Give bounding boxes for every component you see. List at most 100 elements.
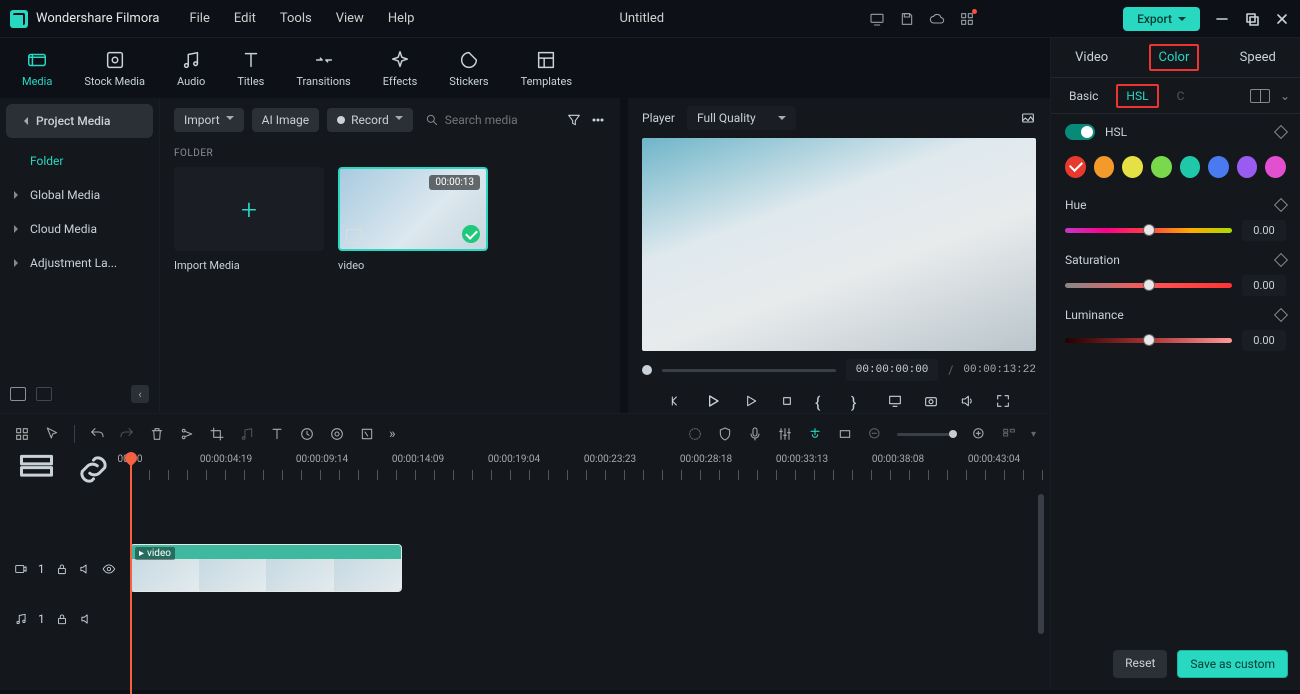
view-dropdown-icon[interactable]: ▾	[1031, 429, 1036, 440]
mic-icon[interactable]	[747, 426, 763, 442]
saturation-slider[interactable]	[1065, 283, 1232, 288]
import-media-tile[interactable]: + Import Media	[174, 167, 324, 272]
volume-icon[interactable]	[959, 393, 975, 409]
ribbon-templates[interactable]: Templates	[511, 45, 582, 92]
undo-icon[interactable]	[89, 426, 105, 442]
ribbon-media[interactable]: Media	[12, 45, 62, 92]
ribbon-transitions[interactable]: Transitions	[286, 45, 360, 92]
bin-icon[interactable]	[36, 387, 52, 401]
marker-dots-icon[interactable]	[687, 426, 703, 442]
luminance-slider[interactable]	[1065, 338, 1232, 343]
compare-icon[interactable]	[1250, 89, 1270, 103]
swatch-teal[interactable]	[1180, 156, 1201, 178]
maximize-button[interactable]	[1244, 11, 1260, 27]
stop-icon[interactable]	[779, 393, 795, 409]
swatch-green[interactable]	[1151, 156, 1172, 178]
tab-color[interactable]: Color	[1149, 44, 1200, 71]
minimize-button[interactable]	[1214, 11, 1230, 27]
folder-item[interactable]: Folder	[0, 144, 159, 178]
ribbon-audio[interactable]: Audio	[167, 45, 215, 92]
media-clip-tile[interactable]: 00:00:13 video	[338, 167, 488, 272]
apps-icon[interactable]	[959, 11, 975, 27]
subtab-basic[interactable]: Basic	[1061, 86, 1106, 106]
timeline-ruler[interactable]: 00:0000:00:04:1900:00:09:1400:00:14:0900…	[130, 454, 1050, 484]
prev-frame-icon[interactable]	[667, 393, 683, 409]
scrub-track[interactable]	[662, 369, 836, 372]
cursor-icon[interactable]	[44, 426, 60, 442]
shield-icon[interactable]	[717, 426, 733, 442]
collapse-sidebar-button[interactable]: ‹	[131, 385, 149, 403]
save-custom-button[interactable]: Save as custom	[1177, 650, 1288, 678]
eye-icon[interactable]	[102, 562, 116, 576]
crop-frame-icon[interactable]	[359, 426, 375, 442]
scrub-handle[interactable]	[642, 365, 652, 375]
grid-icon[interactable]	[14, 426, 30, 442]
zoom-slider[interactable]	[897, 433, 957, 436]
timeline-clip[interactable]: ▸video	[130, 544, 402, 592]
save-icon[interactable]	[899, 11, 915, 27]
keyframe-icon[interactable]	[1274, 198, 1288, 212]
mute-icon[interactable]	[78, 562, 92, 576]
preview-video[interactable]	[642, 138, 1036, 351]
record-dropdown[interactable]: Record	[327, 108, 413, 132]
menu-tools[interactable]: Tools	[280, 11, 312, 26]
swatch-blue[interactable]	[1208, 156, 1229, 178]
saturation-value[interactable]: 0.00	[1242, 275, 1286, 296]
ribbon-stickers[interactable]: Stickers	[439, 45, 498, 92]
frame-icon[interactable]	[837, 426, 853, 442]
music-off-icon[interactable]	[239, 426, 255, 442]
redo-icon[interactable]	[119, 426, 135, 442]
swatch-purple[interactable]	[1237, 156, 1258, 178]
reset-button[interactable]: Reset	[1113, 650, 1167, 678]
delete-icon[interactable]	[149, 426, 165, 442]
hue-value[interactable]: 0.00	[1242, 220, 1286, 241]
quality-dropdown[interactable]: Full Quality	[687, 106, 796, 130]
play-icon[interactable]	[743, 393, 759, 409]
ribbon-titles[interactable]: Titles	[227, 45, 274, 92]
cloud-icon[interactable]	[929, 11, 945, 27]
chevron-down-icon[interactable]: ⌄	[1280, 89, 1290, 103]
ribbon-stock-media[interactable]: Stock Media	[74, 45, 155, 92]
tab-speed[interactable]: Speed	[1232, 46, 1284, 69]
luminance-value[interactable]: 0.00	[1242, 330, 1286, 351]
zoom-out-icon[interactable]	[867, 426, 883, 442]
menu-file[interactable]: File	[189, 11, 209, 26]
cloud-media-item[interactable]: Cloud Media	[0, 212, 159, 246]
swatch-orange[interactable]	[1094, 156, 1115, 178]
keyframe-icon[interactable]	[1274, 253, 1288, 267]
snapshot-icon[interactable]	[923, 393, 939, 409]
speed-icon[interactable]	[299, 426, 315, 442]
mixer-icon[interactable]	[777, 426, 793, 442]
close-button[interactable]	[1274, 11, 1290, 27]
view-mode-icon[interactable]	[1001, 426, 1017, 442]
swatch-red[interactable]	[1065, 156, 1086, 178]
new-folder-icon[interactable]	[10, 387, 26, 401]
play-repeat-icon[interactable]	[703, 391, 723, 411]
ribbon-effects[interactable]: Effects	[373, 45, 428, 92]
mark-out-icon[interactable]: }	[851, 393, 867, 409]
search-input[interactable]	[445, 113, 545, 127]
fullscreen-icon[interactable]	[995, 393, 1011, 409]
swatch-magenta[interactable]	[1265, 156, 1286, 178]
color-wheel-icon[interactable]	[329, 426, 345, 442]
swatch-yellow[interactable]	[1122, 156, 1143, 178]
project-media-item[interactable]: Project Media	[6, 104, 153, 138]
more-icon[interactable]	[590, 112, 606, 128]
display-icon[interactable]	[887, 393, 903, 409]
magnet-icon[interactable]	[807, 426, 823, 442]
subtab-c[interactable]: C	[1169, 86, 1193, 106]
menu-edit[interactable]: Edit	[234, 11, 256, 26]
device-icon[interactable]	[869, 11, 885, 27]
lock-icon[interactable]	[55, 612, 69, 626]
snapshot-settings-icon[interactable]	[1020, 110, 1036, 126]
text-icon[interactable]	[269, 426, 285, 442]
crop-icon[interactable]	[209, 426, 225, 442]
import-dropdown[interactable]: Import	[174, 108, 244, 132]
keyframe-icon[interactable]	[1274, 125, 1288, 139]
mark-in-icon[interactable]: {	[815, 393, 831, 409]
hue-slider[interactable]	[1065, 228, 1232, 233]
lock-icon[interactable]	[55, 562, 69, 576]
global-media-item[interactable]: Global Media	[0, 178, 159, 212]
filter-icon[interactable]	[566, 112, 582, 128]
menu-help[interactable]: Help	[388, 11, 415, 26]
